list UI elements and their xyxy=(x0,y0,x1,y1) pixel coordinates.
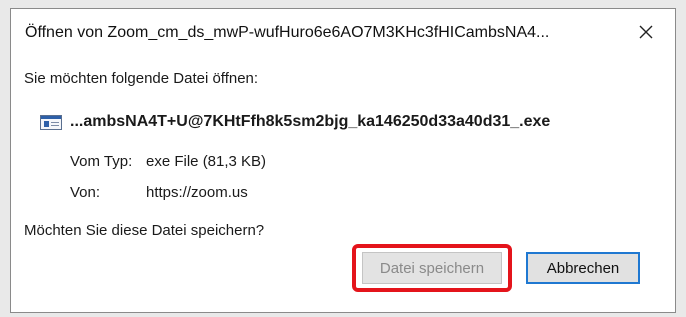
file-type-value: exe File (81,3 KB) xyxy=(146,153,267,170)
highlight-box xyxy=(352,244,512,292)
title-bar: Öffnen von Zoom_cm_ds_mwP-wufHuro6e6AO7M… xyxy=(11,9,675,55)
executable-file-icon xyxy=(40,115,62,130)
file-source-row: Von: https://zoom.us xyxy=(70,184,248,201)
open-prompt: Sie möchten folgende Datei öffnen: xyxy=(24,70,259,87)
close-icon[interactable] xyxy=(629,17,663,47)
file-source-value: https://zoom.us xyxy=(146,184,248,201)
file-type-label: Vom Typ: xyxy=(70,153,133,170)
file-source-label: Von: xyxy=(70,184,101,201)
file-name: ...ambsNA4T+U@7KHtFfh8k5sm2bjg_ka146250d… xyxy=(70,113,551,130)
save-question: Möchten Sie diese Datei speichern? xyxy=(24,222,265,239)
file-type-row: Vom Typ: exe File (81,3 KB) xyxy=(70,153,266,170)
cancel-button[interactable]: Abbrechen xyxy=(526,252,640,284)
dialog-title: Öffnen von Zoom_cm_ds_mwP-wufHuro6e6AO7M… xyxy=(25,24,550,41)
